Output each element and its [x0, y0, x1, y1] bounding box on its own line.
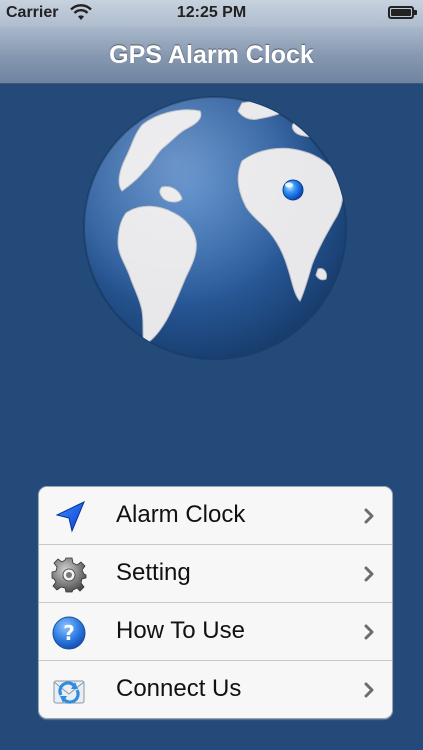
- svg-text:?: ?: [63, 621, 75, 645]
- main-menu: Alarm Clock Setting ? How To Use Connect…: [38, 486, 393, 719]
- navigation-bar: GPS Alarm Clock: [0, 27, 423, 84]
- mail-sync-icon: [51, 673, 87, 709]
- menu-item-connect-us[interactable]: Connect Us: [39, 661, 392, 718]
- chevron-right-icon: [364, 566, 375, 582]
- menu-item-label: How To Use: [116, 617, 245, 644]
- chevron-right-icon: [364, 624, 375, 640]
- menu-item-label: Setting: [116, 559, 191, 586]
- battery-icon: [388, 6, 417, 19]
- chevron-right-icon: [364, 508, 375, 524]
- navigation-arrow-icon: [51, 499, 87, 535]
- gear-icon: [51, 557, 87, 593]
- menu-item-label: Connect Us: [116, 675, 242, 702]
- menu-item-how-to-use[interactable]: ? How To Use: [39, 603, 392, 661]
- globe-icon: [82, 95, 348, 361]
- page-title: GPS Alarm Clock: [109, 40, 314, 69]
- status-time: 12:25 PM: [176, 4, 247, 21]
- menu-item-alarm-clock[interactable]: Alarm Clock: [39, 487, 392, 545]
- menu-item-label: Alarm Clock: [116, 501, 246, 528]
- question-icon: ?: [51, 615, 87, 651]
- chevron-right-icon: [364, 682, 375, 698]
- status-bar: Carrier 12:25 PM: [0, 0, 423, 27]
- location-marker-icon: [282, 179, 304, 201]
- menu-item-setting[interactable]: Setting: [39, 545, 392, 603]
